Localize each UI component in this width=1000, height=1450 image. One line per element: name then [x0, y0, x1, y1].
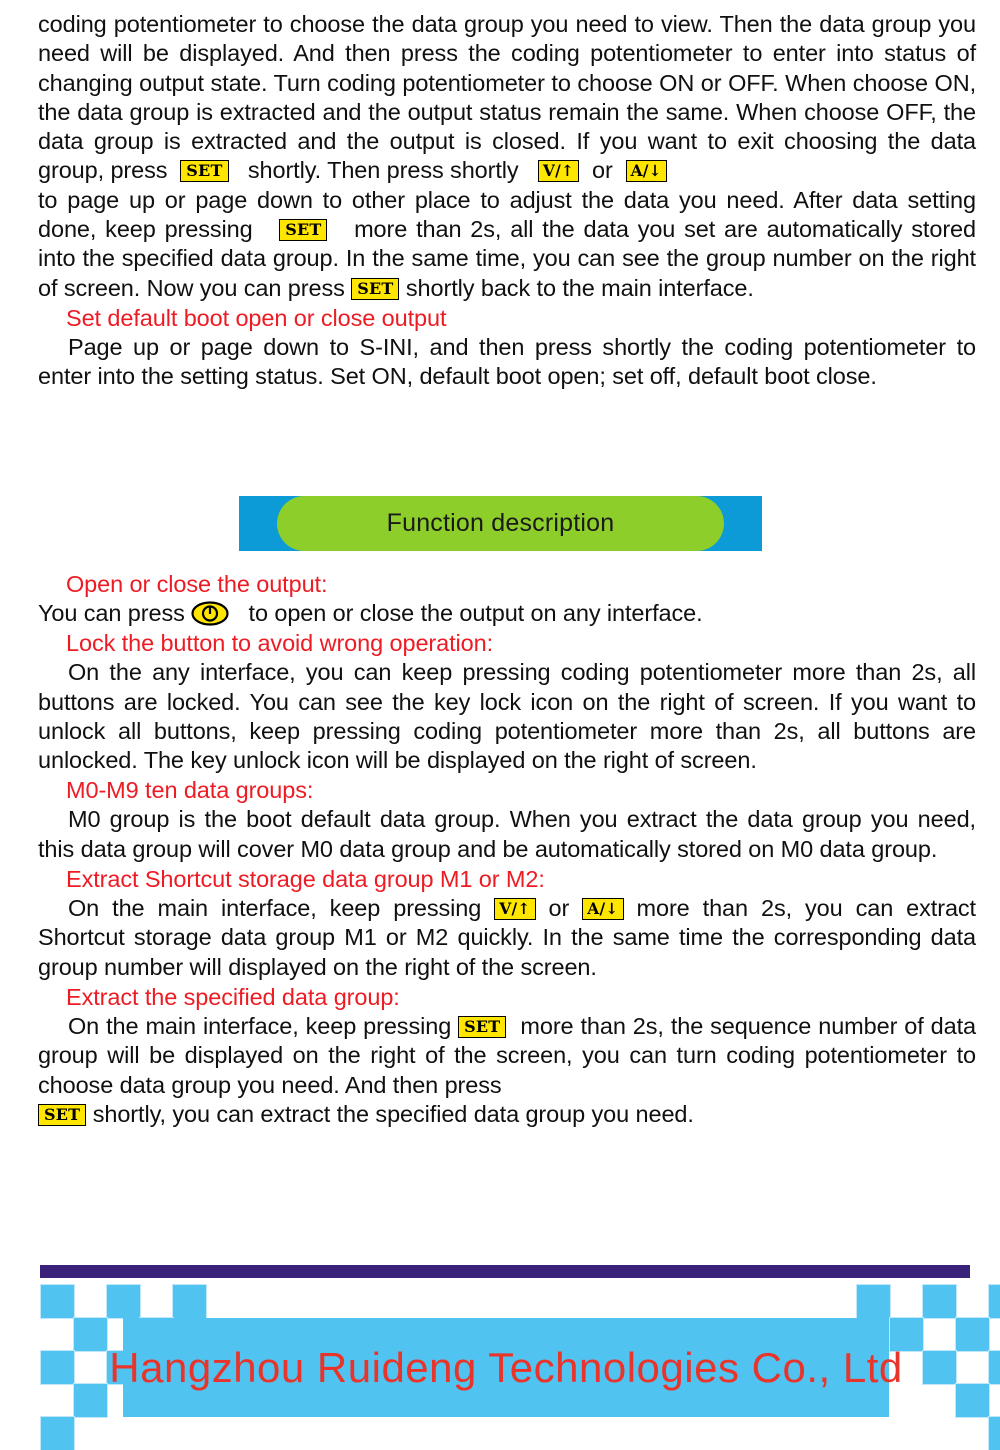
- paragraph-shortcut-mid: or: [548, 895, 570, 922]
- key-badge-volt-up-2[interactable]: V/↑: [494, 898, 536, 921]
- key-badge-set-4[interactable]: SET: [458, 1015, 507, 1038]
- paragraph-extract-shortcut: On the main interface, keep pressing V/↑…: [38, 894, 976, 982]
- heading-lock-button: Lock the button to avoid wrong operation…: [66, 630, 494, 657]
- heading-open-close-output: Open or close the output:: [66, 571, 328, 597]
- footer-company-name: Hangzhou Ruideng Technologies Co., Ltd: [109, 1343, 903, 1391]
- heading-data-groups: M0-M9 ten data groups:: [66, 777, 314, 804]
- paragraph-specified-before: On the main interface, keep pressing: [68, 1012, 452, 1039]
- paragraph-specified-after: shortly, you can extract the specified d…: [92, 1100, 694, 1127]
- document-body: coding potentiometer to choose the data …: [38, 10, 976, 392]
- paragraph-output-after: to open or close the output on any inter…: [248, 600, 703, 626]
- key-badge-amp-down[interactable]: A/↓: [625, 160, 667, 183]
- paragraph-extract-specified: On the main interface, keep pressing SET…: [38, 1012, 976, 1129]
- paragraph-output-before: You can press: [38, 600, 185, 626]
- paragraph-text-2: shortly. Then press shortly: [247, 157, 519, 184]
- key-badge-set[interactable]: SET: [180, 160, 229, 183]
- paragraph-text-6: shortly back to the main interface.: [405, 274, 754, 301]
- key-badge-set-2[interactable]: SET: [279, 219, 328, 242]
- paragraph-boot-text: Page up or page down to S-INI, and then …: [38, 333, 976, 390]
- paragraph-data-groups: M0 group is the boot default data group.…: [38, 805, 976, 864]
- heading-set-default-boot: Set default boot open or close output: [66, 304, 447, 331]
- footer-purple-bar: [40, 1265, 970, 1278]
- paragraph-open-close-output: You can press to open or close the outpu…: [38, 599, 976, 628]
- function-description-banner: Function description: [239, 496, 762, 551]
- paragraph-shortcut-before: On the main interface, keep pressing: [68, 895, 482, 922]
- key-badge-set-3[interactable]: SET: [351, 277, 400, 300]
- page-footer: Hangzhou Ruideng Technologies Co., Ltd: [0, 1252, 1000, 1450]
- banner-label: Function description: [386, 509, 615, 537]
- key-badge-set-5[interactable]: SET: [38, 1103, 87, 1126]
- paragraph-text-3: or: [592, 157, 613, 184]
- heading-extract-shortcut: Extract Shortcut storage data group M1 o…: [66, 866, 545, 893]
- power-button-icon[interactable]: [191, 601, 229, 626]
- banner-green-pill: Function description: [277, 496, 724, 551]
- paragraph-lock-text: On the any interface, you can keep press…: [38, 659, 976, 774]
- paragraph-data-group-view: coding potentiometer to choose the data …: [38, 10, 976, 303]
- paragraph-lock-button: On the any interface, you can keep press…: [38, 658, 976, 775]
- key-badge-amp-down-2[interactable]: A/↓: [582, 898, 624, 921]
- heading-extract-specified: Extract the specified data group:: [66, 983, 400, 1010]
- key-badge-volt-up[interactable]: V/↑: [537, 160, 580, 183]
- paragraph-set-default-boot: Page up or page down to S-INI, and then …: [38, 333, 976, 392]
- paragraph-groups-text: M0 group is the boot default data group.…: [38, 806, 976, 862]
- document-body-lower: Open or close the output: You can press …: [38, 569, 976, 1129]
